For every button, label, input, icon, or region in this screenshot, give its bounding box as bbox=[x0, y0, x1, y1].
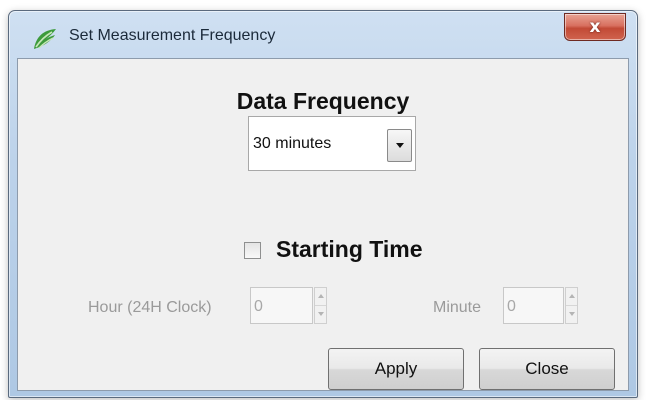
data-frequency-dropdown[interactable]: 30 minutes bbox=[248, 116, 416, 171]
minute-decrement-button[interactable] bbox=[566, 306, 577, 324]
arrow-up-icon bbox=[568, 294, 575, 299]
hour-decrement-button[interactable] bbox=[315, 306, 326, 324]
leaf-icon bbox=[34, 29, 56, 49]
minute-increment-button[interactable] bbox=[566, 288, 577, 306]
minute-spinner[interactable] bbox=[565, 287, 578, 324]
dialog-content: Data Frequency 30 minutes Starting Time … bbox=[17, 58, 629, 391]
window-title: Set Measurement Frequency bbox=[69, 27, 276, 44]
hour-spinner[interactable] bbox=[314, 287, 327, 324]
minute-input[interactable]: 0 bbox=[503, 287, 564, 324]
arrow-down-icon bbox=[317, 312, 324, 317]
data-frequency-heading: Data Frequency bbox=[236, 88, 410, 114]
data-frequency-value: 30 minutes bbox=[253, 135, 332, 152]
hour-label: Hour (24H Clock) bbox=[88, 299, 212, 316]
hour-increment-button[interactable] bbox=[315, 288, 326, 306]
starting-time-label: Starting Time bbox=[276, 236, 423, 262]
chevron-down-icon bbox=[395, 143, 404, 148]
arrow-down-icon bbox=[568, 312, 575, 317]
minute-label: Minute bbox=[433, 299, 482, 316]
hour-input[interactable]: 0 bbox=[250, 287, 313, 324]
close-button[interactable]: Close bbox=[479, 348, 615, 390]
starting-time-checkbox[interactable] bbox=[244, 242, 261, 259]
dialog-window: Set Measurement Frequency x Data Frequen… bbox=[8, 10, 638, 398]
window-close-button[interactable]: x bbox=[564, 13, 626, 41]
apply-button[interactable]: Apply bbox=[328, 348, 464, 390]
dropdown-arrow-button[interactable] bbox=[387, 129, 412, 162]
close-icon: x bbox=[589, 17, 601, 37]
arrow-up-icon bbox=[317, 294, 324, 299]
title-bar[interactable]: Set Measurement Frequency x bbox=[9, 11, 637, 59]
